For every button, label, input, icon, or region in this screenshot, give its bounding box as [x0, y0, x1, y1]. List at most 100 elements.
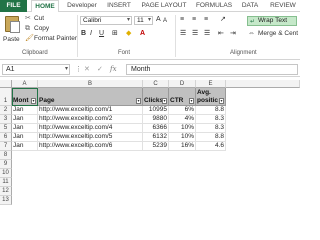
row-header[interactable]: 2	[0, 106, 12, 115]
filter-dropdown-icon[interactable]: ▾	[219, 98, 224, 104]
table-cell[interactable]: Jan	[12, 124, 38, 133]
table-cell[interactable]: 4.6	[196, 142, 226, 151]
tab-file[interactable]: FILE	[0, 0, 27, 12]
table-cell[interactable]: http://www.exceltip.com/1	[38, 106, 143, 115]
table-cell[interactable]: 6366	[143, 124, 169, 133]
filter-dropdown-icon[interactable]: ▾	[189, 98, 194, 104]
table-cell[interactable]: 8.3	[196, 115, 226, 124]
row-header[interactable]: 13	[0, 196, 12, 205]
cancel-icon[interactable]: ✕	[84, 64, 90, 75]
header-label: Clicks	[144, 97, 164, 104]
table-cell[interactable]: 6%	[169, 106, 196, 115]
paste-button[interactable]: Paste	[3, 36, 20, 43]
row-header[interactable]: 10	[0, 169, 12, 178]
format-painter-icon[interactable]: 🖌	[25, 35, 34, 43]
row-header[interactable]: 11	[0, 178, 12, 187]
name-box[interactable]: A1	[2, 64, 70, 75]
table-cell[interactable]: 10995	[143, 106, 169, 115]
align-top-icon[interactable]: ≡	[180, 16, 184, 24]
cut-icon[interactable]: ✂	[25, 15, 31, 23]
column-header[interactable]	[226, 80, 300, 88]
table-cell[interactable]: 6132	[143, 133, 169, 142]
tab-review[interactable]: REVIEW	[266, 0, 300, 12]
row-header[interactable]: 3	[0, 115, 12, 124]
italic-button[interactable]: I	[90, 30, 92, 38]
table-cell[interactable]: 4%	[169, 115, 196, 124]
merge-center-icon[interactable]: ⇔	[248, 30, 255, 38]
column-header[interactable]: B	[38, 80, 143, 88]
group-divider	[175, 15, 176, 57]
table-cell[interactable]: 8.3	[196, 124, 226, 133]
row-header[interactable]: 1	[0, 88, 12, 106]
align-bottom-icon[interactable]: ≡	[204, 16, 208, 24]
increase-indent-icon[interactable]: ⇥	[230, 30, 236, 38]
table-header-cell[interactable]: Page ▾	[38, 88, 143, 106]
column-header[interactable]: E	[196, 80, 226, 88]
column-header[interactable]: C	[143, 80, 169, 88]
table-cell[interactable]: http://www.exceltip.com/4	[38, 124, 143, 133]
filter-dropdown-icon[interactable]: ▾	[136, 98, 141, 104]
fill-color-icon[interactable]: ◆	[126, 30, 131, 38]
table-cell[interactable]: 10%	[169, 124, 196, 133]
align-right-icon[interactable]: ☰	[204, 30, 210, 38]
tab-data[interactable]: DATA	[238, 0, 262, 12]
insert-function-icon[interactable]: fx	[110, 64, 117, 75]
merge-center-button[interactable]: Merge & Cent	[258, 30, 298, 37]
header-label: Page	[39, 97, 55, 104]
orientation-icon[interactable]: ↗	[220, 16, 226, 24]
table-cell[interactable]: 8.8	[196, 133, 226, 142]
table-header-cell[interactable]: Avg. positic ▾	[196, 88, 226, 106]
decrease-font-icon[interactable]: A	[163, 17, 167, 25]
cut-button[interactable]: Cut	[34, 15, 44, 22]
increase-font-icon[interactable]: A	[156, 16, 161, 24]
header-label: Avg. positic	[197, 89, 218, 104]
row-header[interactable]: 5	[0, 124, 12, 133]
tab-insert[interactable]: INSERT	[104, 0, 134, 12]
table-cell[interactable]: Jan	[12, 106, 38, 115]
borders-icon[interactable]: ⊞	[112, 30, 118, 38]
column-header[interactable]: A	[12, 80, 38, 88]
copy-icon[interactable]: ⧉	[25, 25, 30, 33]
table-cell[interactable]: 16%	[169, 142, 196, 151]
table-header-cell[interactable]: Clicks ▾	[143, 88, 169, 106]
table-cell[interactable]: http://www.exceltip.com/6	[38, 142, 143, 151]
align-left-icon[interactable]: ☰	[180, 30, 186, 38]
tab-developer[interactable]: Developer	[64, 0, 100, 12]
filter-dropdown-icon[interactable]: ▾	[31, 98, 36, 104]
formula-input[interactable]: Month	[126, 64, 298, 75]
row-header[interactable]: 12	[0, 187, 12, 196]
font-size-select[interactable]: 11	[134, 16, 153, 25]
bold-button[interactable]: B	[81, 30, 86, 38]
enter-icon[interactable]: ✓	[97, 64, 103, 75]
paste-icon[interactable]	[5, 16, 20, 33]
column-header[interactable]: D	[169, 80, 196, 88]
align-center-icon[interactable]: ☰	[192, 30, 198, 38]
underline-button[interactable]: U	[99, 30, 104, 38]
row-header[interactable]: 7	[0, 142, 12, 151]
table-cell[interactable]: Jan	[12, 133, 38, 142]
copy-button[interactable]: Copy	[34, 25, 49, 32]
table-cell[interactable]: 10%	[169, 133, 196, 142]
row-header[interactable]: 6	[0, 133, 12, 142]
table-header-cell[interactable]: Mont ▾	[12, 88, 38, 106]
table-cell[interactable]: Jan	[12, 142, 38, 151]
font-color-icon[interactable]: A	[140, 30, 145, 38]
select-all-corner[interactable]	[0, 80, 12, 88]
filter-dropdown-icon[interactable]: ▾	[162, 98, 167, 104]
table-cell[interactable]: http://www.exceltip.com/2	[38, 115, 143, 124]
row-header[interactable]: 8	[0, 151, 12, 160]
row-header[interactable]: 9	[0, 160, 12, 169]
table-header-cell[interactable]: CTR ▾	[169, 88, 196, 106]
table-cell[interactable]: http://www.exceltip.com/5	[38, 133, 143, 142]
table-cell[interactable]: 9880	[143, 115, 169, 124]
format-painter-button[interactable]: Format Painter	[34, 35, 77, 42]
font-name-select[interactable]: Calibri	[80, 16, 132, 25]
tab-formulas[interactable]: FORMULAS	[194, 0, 234, 12]
table-cell[interactable]: 8.8	[196, 106, 226, 115]
wrap-text-button[interactable]: ↵ Wrap Text	[247, 16, 297, 26]
decrease-indent-icon[interactable]: ⇤	[218, 30, 224, 38]
table-cell[interactable]: Jan	[12, 115, 38, 124]
align-middle-icon[interactable]: ≡	[192, 16, 196, 24]
tab-page-layout[interactable]: PAGE LAYOUT	[138, 0, 190, 12]
table-cell[interactable]: 5239	[143, 142, 169, 151]
